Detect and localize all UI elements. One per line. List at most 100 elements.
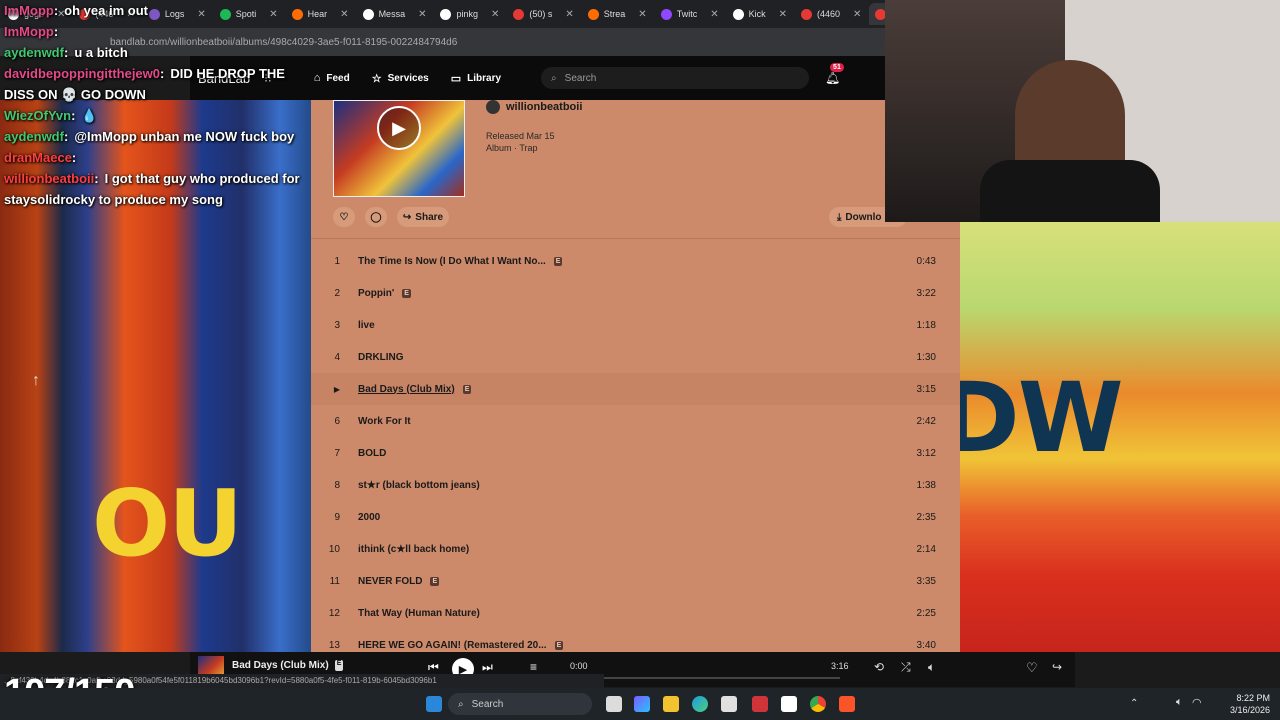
tab-close-icon[interactable]: ✕ (565, 9, 573, 20)
track-title[interactable]: BOLD (358, 448, 386, 459)
store-icon[interactable] (721, 696, 737, 712)
track-number: 2 (334, 287, 340, 299)
tab-close-icon[interactable]: ✕ (340, 9, 348, 20)
track-duration: 3:40 (916, 639, 936, 651)
file-explorer-icon[interactable] (663, 696, 679, 712)
tray-chevron-icon[interactable]: ⌃ (1130, 698, 1138, 709)
artist-link[interactable]: willionbeatboii (486, 100, 582, 114)
windows-start-icon[interactable] (426, 696, 442, 712)
browser-tab[interactable]: (50) M✕ (869, 3, 885, 25)
track-title[interactable]: That Way (Human Nature) (358, 608, 480, 619)
next-button[interactable]: ⏭ (482, 660, 493, 675)
tab-close-icon[interactable]: ✕ (638, 9, 646, 20)
browser-tab[interactable]: Twitc ✕ (655, 3, 725, 25)
browser-tab[interactable]: (4460 ✕ (795, 3, 867, 25)
shuffle-icon[interactable]: ⤮ (901, 660, 911, 675)
tab-close-icon[interactable]: ✕ (853, 9, 861, 20)
tab-close-icon[interactable]: ✕ (491, 9, 499, 20)
cover-play-button[interactable]: ▶ (377, 106, 421, 150)
track-duration: 3:12 (916, 447, 936, 459)
track-title[interactable]: 2000 (358, 512, 380, 523)
track-title[interactable]: Bad Days (Club Mix) (358, 384, 455, 395)
album-page: ▶ willionbeatboii Released Mar 15 Album … (311, 100, 960, 652)
track-number: 6 (334, 415, 340, 427)
art-text: OU (92, 470, 243, 577)
like-track-icon[interactable]: ♡ (1026, 660, 1038, 676)
system-clock[interactable]: 8:22 PM 3/16/2026 (1200, 692, 1270, 716)
share-button[interactable]: ↪ Share (397, 207, 449, 227)
task-view-icon[interactable] (606, 696, 622, 712)
bell-icon: 🔔︎ (825, 71, 841, 85)
album-cover[interactable]: ▶ (333, 100, 465, 197)
nav-item-feed[interactable]: ⌂ Feed (314, 72, 350, 85)
track-title[interactable]: st★r (black bottom jeans) (358, 480, 480, 491)
tab-close-icon[interactable]: ✕ (418, 9, 426, 20)
search-input[interactable]: ⌕ Search (541, 67, 810, 89)
track-number: 13 (328, 639, 340, 651)
track-title[interactable]: DRKLING (358, 352, 404, 363)
tab-close-icon[interactable]: ✕ (779, 9, 787, 20)
chat-message: WiezOfYvn: 💧 (0, 105, 310, 126)
track-row[interactable]: 1 The Time Is Now (I Do What I Want No...… (311, 245, 960, 277)
track-title[interactable]: Poppin' (358, 288, 394, 299)
nav-item-services[interactable]: ☆ Services (372, 72, 429, 85)
volume-icon[interactable]: 🔈︎ (1176, 696, 1183, 709)
explicit-badge: E (402, 288, 411, 298)
chat-message: ImMopp: oh yea im out (0, 0, 310, 21)
chat-username: dranMaece (4, 150, 72, 165)
taskbar-search[interactable]: ⌕ Search (448, 693, 592, 715)
chat-separator: : (63, 45, 69, 60)
edge-icon[interactable] (692, 696, 708, 712)
track-row[interactable]: 7 BOLD 3:12 (311, 437, 960, 469)
total-time: 3:16 (831, 661, 849, 671)
track-title[interactable]: ithink (c★ll back home) (358, 544, 469, 555)
comment-icon: ◯ (370, 211, 382, 223)
nav-item-library[interactable]: ▭ Library (451, 72, 501, 85)
browser-tab[interactable]: pinkg ✕ (434, 3, 505, 25)
clock-date: 3/16/2026 (1229, 705, 1270, 715)
track-row[interactable]: 10 ithink (c★ll back home) 2:14 (311, 533, 960, 565)
browser-tab[interactable]: Kick ✕ (727, 3, 793, 25)
copilot-icon[interactable] (634, 696, 650, 712)
track-row[interactable]: 11 NEVER FOLD E 3:35 (311, 565, 960, 597)
capcut-icon[interactable] (781, 696, 797, 712)
snip-icon[interactable] (752, 696, 768, 712)
track-row[interactable]: 9 2000 2:35 (311, 501, 960, 533)
queue-icon[interactable]: ≡ (530, 660, 537, 674)
track-row[interactable]: ▶ Bad Days (Club Mix) E 3:15 (311, 373, 960, 405)
track-title[interactable]: live (358, 320, 375, 331)
library-icon: ▭ (450, 72, 462, 85)
track-row[interactable]: 12 That Way (Human Nature) 2:25 (311, 597, 960, 629)
tab-close-icon[interactable]: ✕ (710, 9, 718, 20)
track-title[interactable]: Work For It (358, 416, 411, 427)
browser-tab[interactable]: Strea ✕ (582, 3, 653, 25)
progress-bar[interactable] (570, 677, 840, 679)
repeat-icon[interactable]: ⟲ (874, 660, 884, 674)
comment-button[interactable]: ◯ (365, 207, 387, 227)
track-row[interactable]: 8 st★r (black bottom jeans) 1:38 (311, 469, 960, 501)
notifications-button[interactable]: 🔔︎ 51 (825, 63, 844, 85)
share-track-icon[interactable]: ↪ (1052, 660, 1062, 674)
track-row[interactable]: 3 live 1:18 (311, 309, 960, 341)
artist-name: willionbeatboii (506, 101, 583, 113)
browser-tab[interactable]: Messa ✕ (357, 3, 433, 25)
track-number: 8 (334, 479, 340, 491)
track-row[interactable]: 6 Work For It 2:42 (311, 405, 960, 437)
previous-button[interactable]: ⏮ (428, 660, 439, 675)
track-title[interactable]: HERE WE GO AGAIN! (Remastered 20... (358, 640, 547, 651)
brave-icon[interactable] (839, 696, 855, 712)
chrome-icon[interactable] (810, 696, 826, 712)
track-row[interactable]: 13 HERE WE GO AGAIN! (Remastered 20... E 3:… (311, 629, 960, 652)
track-title[interactable]: The Time Is Now (I Do What I Want No... (358, 256, 546, 267)
chat-message: dranMaece: (0, 147, 310, 168)
track-row[interactable]: 2 Poppin' E 3:22 (311, 277, 960, 309)
volume-icon[interactable]: 🔈︎ (928, 660, 935, 675)
track-row[interactable]: 4 DRKLING 1:30 (311, 341, 960, 373)
browser-tab[interactable]: (50) s ✕ (507, 3, 579, 25)
like-button[interactable]: ♡ (333, 207, 355, 227)
now-playing[interactable]: Bad Days (Club Mix) E (232, 660, 344, 671)
chat-separator: : (94, 171, 99, 186)
track-number: 9 (334, 511, 340, 523)
track-title[interactable]: NEVER FOLD (358, 576, 422, 587)
track-play-icon[interactable]: ▶ (316, 385, 340, 394)
